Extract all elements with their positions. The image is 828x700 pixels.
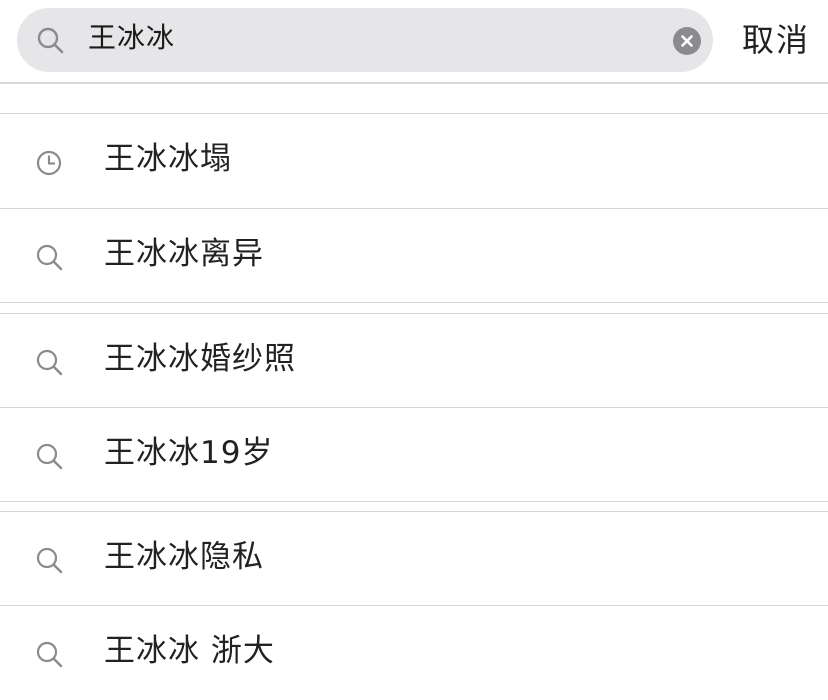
suggestion-label: 王冰冰离异 bbox=[104, 236, 264, 272]
suggestion-item[interactable]: 王冰冰 浙大 bbox=[0, 606, 828, 700]
clear-search-button[interactable] bbox=[673, 27, 701, 55]
clock-icon bbox=[35, 148, 65, 178]
search-icon bbox=[35, 442, 65, 472]
search-icon bbox=[35, 348, 65, 378]
suggestion-label: 王冰冰塌 bbox=[104, 141, 232, 177]
search-icon bbox=[36, 26, 66, 56]
suggestion-item[interactable]: 王冰冰隐私 bbox=[0, 512, 828, 606]
divider bbox=[0, 302, 828, 303]
search-input[interactable]: 王冰冰 bbox=[88, 18, 175, 58]
suggestion-label: 王冰冰19岁 bbox=[104, 435, 274, 471]
search-icon bbox=[35, 546, 65, 576]
close-icon bbox=[681, 35, 693, 47]
search-icon bbox=[35, 640, 65, 670]
suggestion-label: 王冰冰婚纱照 bbox=[104, 341, 296, 377]
suggestion-label: 王冰冰 浙大 bbox=[104, 633, 275, 669]
search-icon bbox=[35, 243, 65, 273]
suggestion-item[interactable]: 王冰冰婚纱照 bbox=[0, 314, 828, 408]
suggestion-item[interactable]: 王冰冰离异 bbox=[0, 209, 828, 303]
suggestion-item[interactable]: 王冰冰19岁 bbox=[0, 408, 828, 502]
divider bbox=[0, 501, 828, 502]
suggestion-label: 王冰冰隐私 bbox=[104, 539, 264, 575]
cancel-button[interactable]: 取消 bbox=[742, 18, 810, 62]
suggestion-item[interactable]: 王冰冰塌 bbox=[0, 114, 828, 208]
search-header: 王冰冰 取消 bbox=[0, 0, 828, 84]
